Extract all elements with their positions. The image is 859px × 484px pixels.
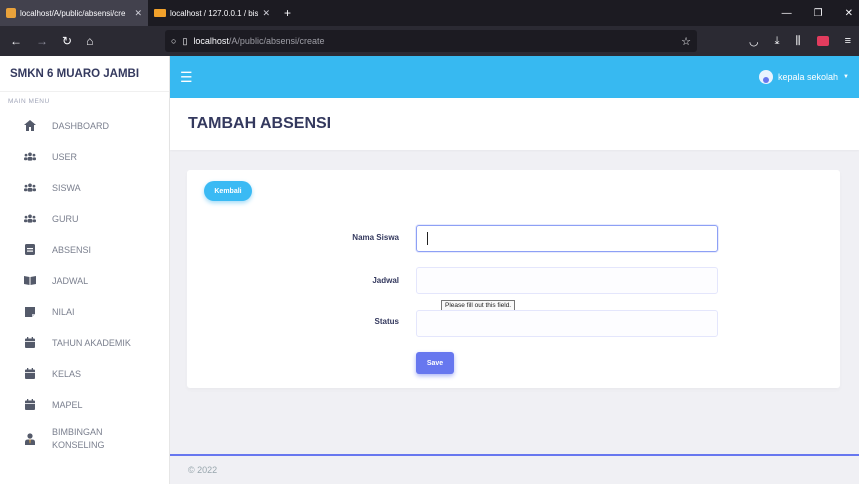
text-caret [427,232,428,245]
home-icon[interactable]: ⌂ [86,34,93,48]
back-arrow-icon[interactable]: ← [10,34,22,48]
sidebar-item-label: USER [52,151,78,162]
browser-tab-bar: localhost/A/public/absensi/cre ✕ localho… [0,0,859,26]
shield-icon[interactable]: ○ [171,36,176,46]
jadwal-select[interactable] [416,267,718,294]
browser-tab-active[interactable]: localhost/A/public/absensi/cre ✕ [0,0,148,26]
menu-header: MAIN MENU [8,98,50,105]
avatar [759,70,773,84]
label-line-1: BIMBINGAN [52,427,103,437]
sidebar-item-label: MAPEL [52,399,83,410]
close-window-icon[interactable]: ✕ [845,8,853,19]
nama-siswa-input[interactable] [416,225,718,252]
caret-down-icon: ▼ [843,74,849,80]
calendar-icon [24,368,36,379]
fire-icon [24,120,36,131]
nav-buttons: ← → ↻ ⌂ [0,34,165,48]
user-tie-icon [24,433,36,445]
address-bar[interactable]: ○ ▯ localhost/A/public/absensi/create ☆ [165,30,697,52]
window-controls: — ❐ ✕ [782,8,859,19]
forward-arrow-icon[interactable]: → [36,34,48,48]
back-button[interactable]: Kembali [204,181,252,201]
calendar-icon [24,399,36,410]
copyright-text: © 2022 [188,465,218,475]
download-icon[interactable]: ⤓ [775,35,780,48]
jadwal-label: Jadwal [372,276,399,285]
sidebar-item-label: NILAI [52,306,75,317]
users-icon [24,183,36,192]
sidebar-item-label: GURU [52,213,79,224]
tab-title: localhost / 127.0.0.1 / bismillah [170,8,259,18]
new-tab-button[interactable]: + [276,6,299,20]
sidebar-item-dashboard[interactable]: DASHBOARD [0,110,169,141]
nama-siswa-label: Nama Siswa [352,233,399,242]
sidebar-item-guru[interactable]: GURU [0,203,169,234]
footer: © 2022 [170,454,859,484]
sidebar-item-siswa[interactable]: SISWA [0,172,169,203]
phpmyadmin-favicon-icon [154,9,166,17]
sidebar-item-label: KELAS [52,368,82,379]
menu-icon[interactable]: ≡ [845,35,851,47]
page-icon: ▯ [182,35,188,46]
close-tab-icon[interactable]: ✕ [134,8,142,19]
users-icon [24,152,36,161]
sidebar-item-kelas[interactable]: KELAS [0,358,169,389]
extension-icon[interactable] [816,36,829,46]
tab-title: localhost/A/public/absensi/cre [20,8,126,18]
status-select[interactable] [416,310,718,337]
top-navbar: ☰ kepala sekolah ▼ [170,56,859,98]
browser-toolbar: ◡ ⤓ ⫼ ≡ [749,35,859,48]
library-icon[interactable]: ⫼ [796,35,801,48]
sidebar-item-absensi[interactable]: ABSENSI [0,234,169,265]
page-title: TAMBAH ABSENSI [188,115,332,132]
sidebar-item-user[interactable]: USER [0,141,169,172]
browser-nav-bar: ← → ↻ ⌂ ○ ▯ localhost/A/public/absensi/c… [0,26,859,56]
hamburger-menu-icon[interactable]: ☰ [180,69,193,86]
sidebar-item-jadwal[interactable]: JADWAL [0,265,169,296]
sidebar-item-label: ABSENSI [52,244,92,255]
sidebar-item-mapel[interactable]: MAPEL [0,389,169,420]
sidebar-item-label: BIMBINGAN KONSELING [52,426,105,452]
sidebar-item-nilai[interactable]: NILAI [0,296,169,327]
url-path: /A/public/absensi/create [228,36,325,46]
reload-icon[interactable]: ↻ [62,34,72,48]
save-button[interactable]: Save [416,352,454,374]
bookmark-star-icon[interactable]: ☆ [681,35,691,48]
sidebar-item-label: JADWAL [52,275,89,286]
calendar-icon [24,337,36,348]
pocket-icon[interactable]: ◡ [749,35,759,48]
list-icon [24,244,36,255]
users-icon [24,214,36,223]
sidebar-item-label: DASHBOARD [52,120,110,131]
sticky-note-icon [24,306,36,317]
user-dropdown[interactable]: kepala sekolah ▼ [759,70,849,84]
favicon-icon [6,8,16,18]
section-header: TAMBAH ABSENSI [170,98,859,150]
status-label: Status [374,317,399,326]
url-host: localhost [193,36,229,46]
brand-title[interactable]: SMKN 6 MUARO JAMBI [0,56,169,92]
restore-icon[interactable]: ❐ [814,8,823,19]
sidebar-item-label: TAHUN AKADEMIK [52,337,131,348]
browser-tab-phpmyadmin[interactable]: localhost / 127.0.0.1 / bismillah ✕ [148,0,276,26]
form-card: Kembali Nama Siswa Jadwal Please fill ou… [187,170,840,388]
sidebar-item-label: SISWA [52,182,81,193]
close-tab-icon[interactable]: ✕ [262,8,270,19]
sidebar-item-tahun-akademik[interactable]: TAHUN AKADEMIK [0,327,169,358]
sidebar-item-bimbingan-konseling[interactable]: BIMBINGAN KONSELING [0,420,169,458]
user-name: kepala sekolah [778,72,839,82]
book-icon [24,276,36,285]
sidebar: SMKN 6 MUARO JAMBI MAIN MENU DASHBOARD U… [0,56,170,484]
minimize-icon[interactable]: — [782,8,792,19]
label-line-2: KONSELING [52,440,105,450]
